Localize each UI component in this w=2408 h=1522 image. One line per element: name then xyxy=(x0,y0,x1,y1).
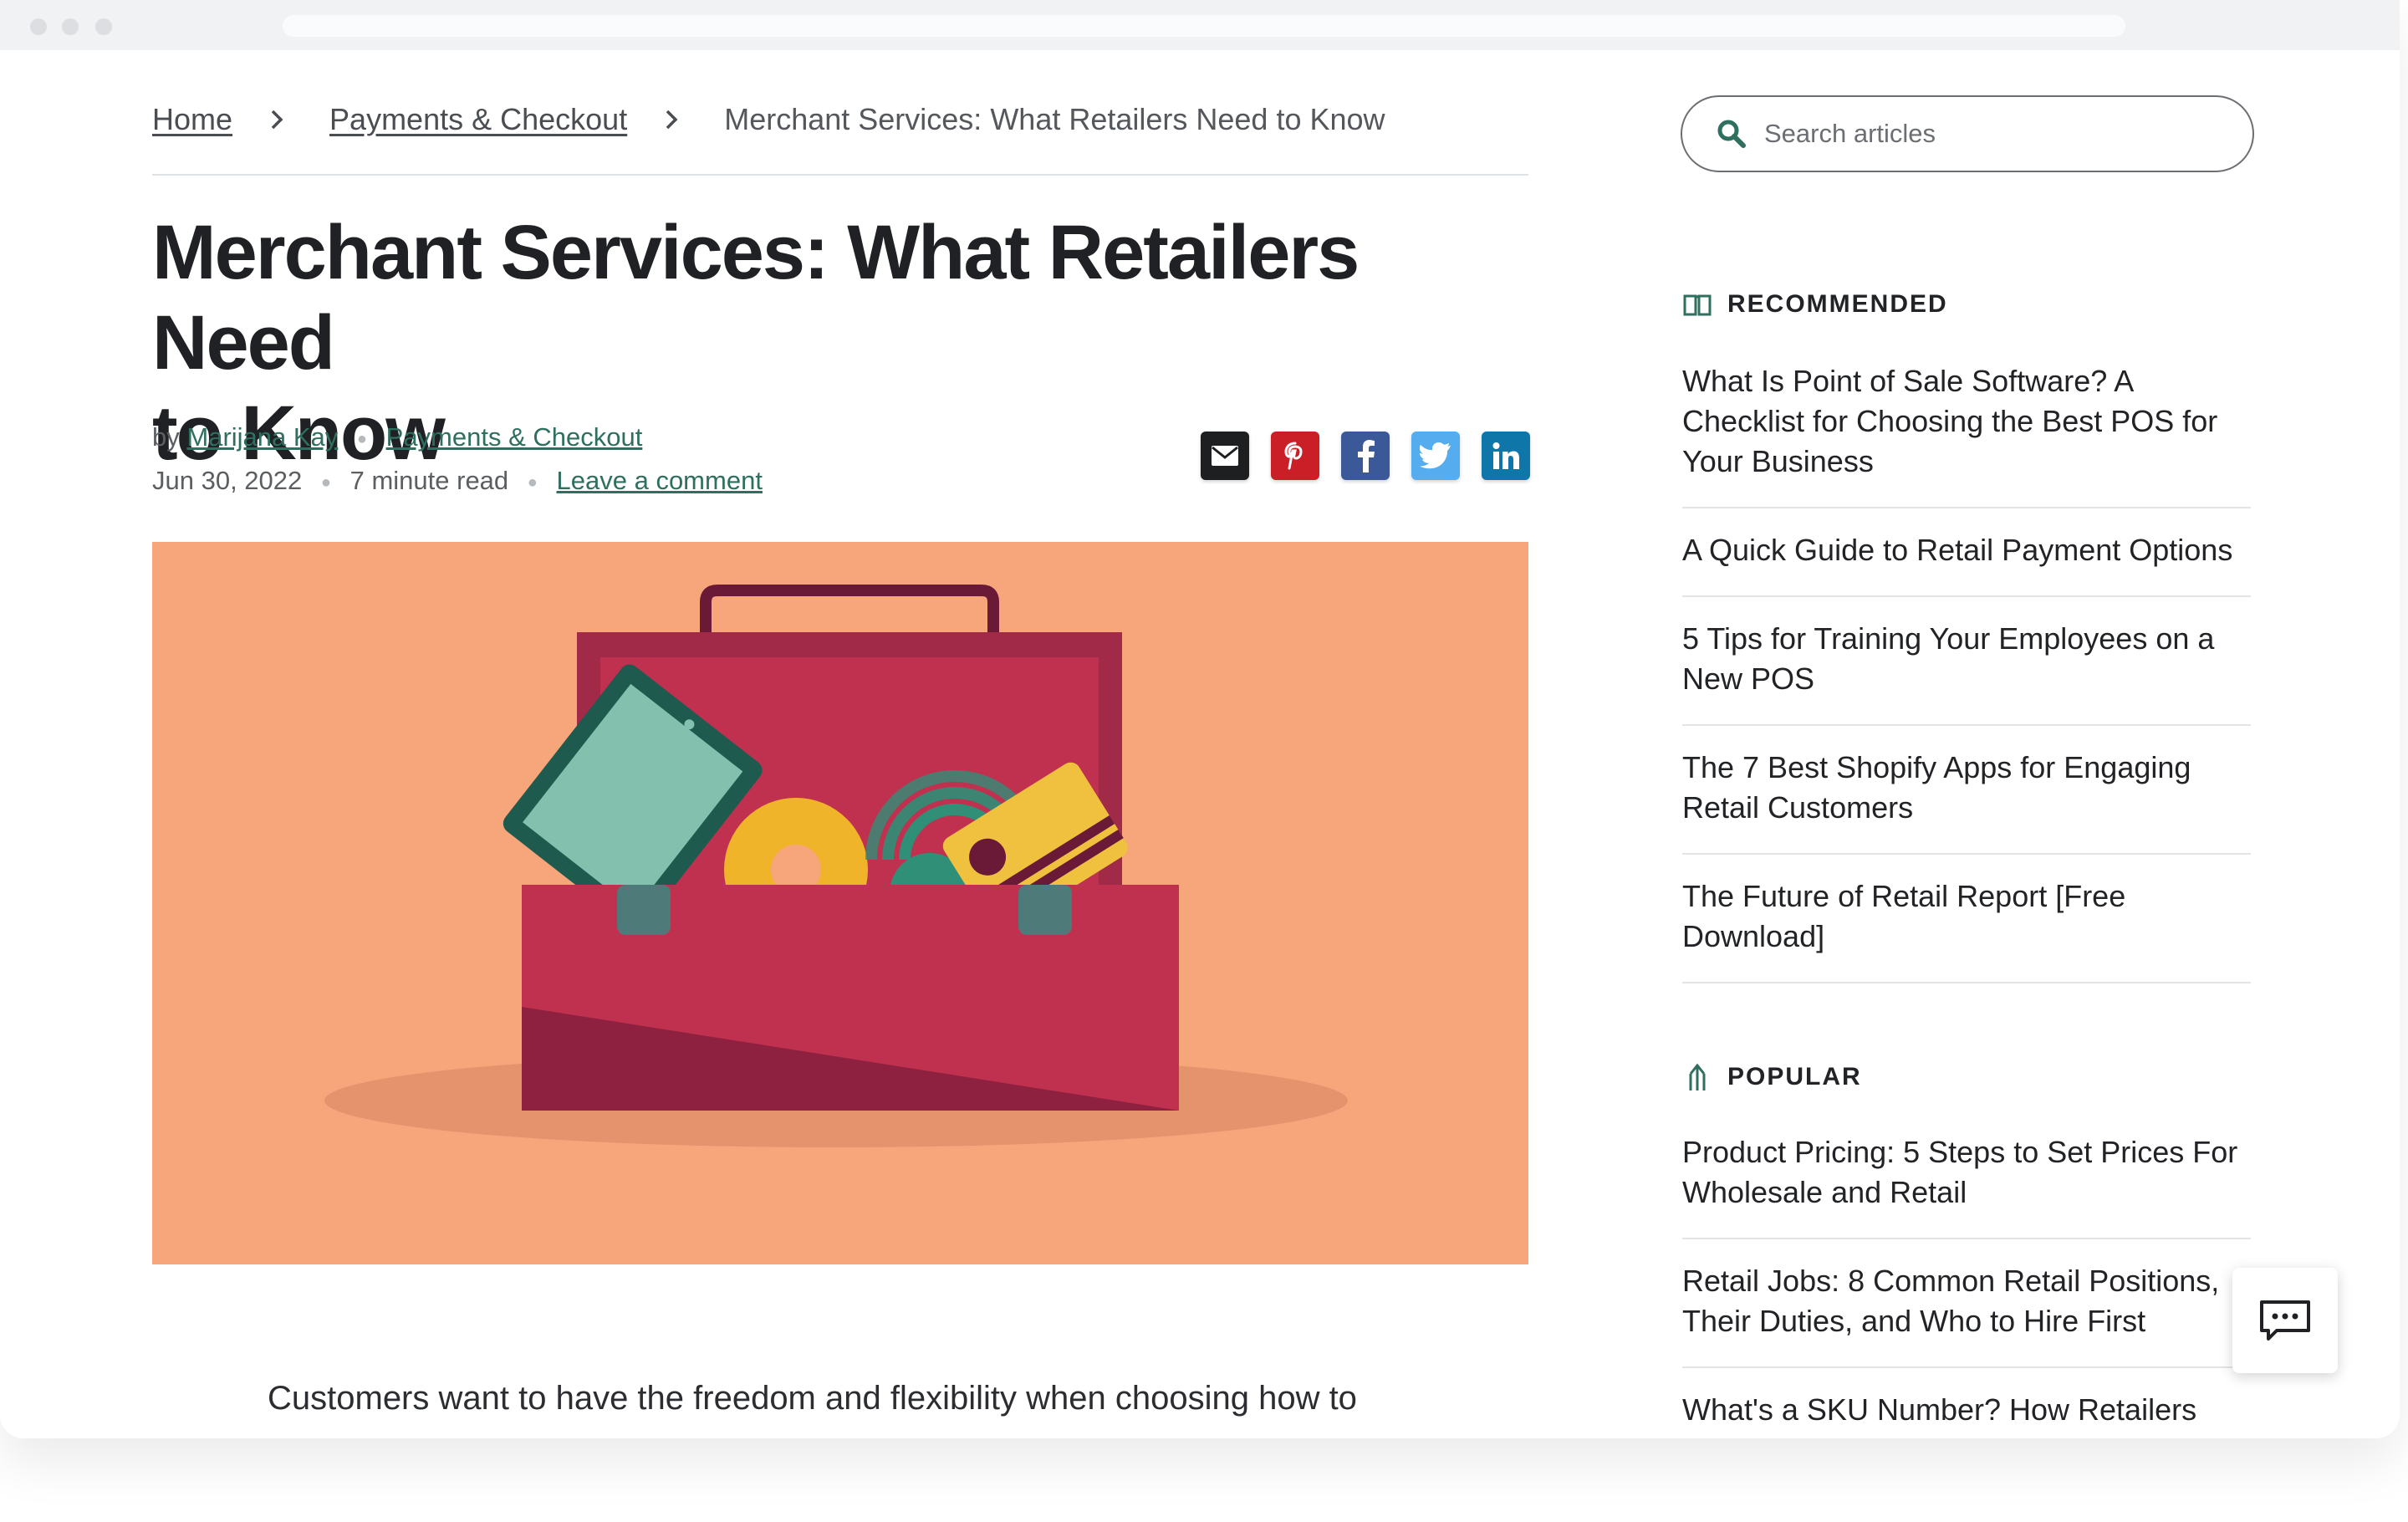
publish-date: Jun 30, 2022 xyxy=(152,465,303,495)
byline-prefix: by xyxy=(152,422,180,452)
window-dot-maximize[interactable] xyxy=(95,18,112,35)
window-dot-minimize[interactable] xyxy=(62,18,79,35)
meta-separator: ● xyxy=(320,472,331,492)
popular-item[interactable]: Retail Jobs: 8 Common Retail Positions, … xyxy=(1682,1239,2251,1368)
share-facebook-button[interactable] xyxy=(1341,432,1390,480)
popular-heading-label: POPULAR xyxy=(1727,1063,1862,1090)
popular-heading: POPULAR xyxy=(1682,1062,1862,1092)
chat-button[interactable] xyxy=(2232,1268,2338,1373)
share-pinterest-button[interactable] xyxy=(1271,432,1319,480)
popular-item[interactable]: Product Pricing: 5 Steps to Set Prices F… xyxy=(1682,1111,2251,1239)
facebook-icon xyxy=(1358,440,1375,472)
meta-separator: ● xyxy=(356,429,368,448)
pinterest-icon xyxy=(1284,442,1303,470)
browser-window: Home Payments & Checkout Merchant Servic… xyxy=(0,0,2400,1438)
recommended-item[interactable]: A Quick Guide to Retail Payment Options xyxy=(1682,508,2251,597)
hero-image xyxy=(152,542,1528,1264)
article-title-line1: Merchant Services: What Retailers Need xyxy=(152,210,1360,386)
search-box[interactable] xyxy=(1681,95,2254,172)
chevron-right-icon xyxy=(666,110,678,130)
meta-separator: ● xyxy=(527,472,538,492)
chevron-right-icon xyxy=(271,110,283,130)
recommended-item[interactable]: The Future of Retail Report [Free Downlo… xyxy=(1682,855,2251,983)
breadcrumb-category-link[interactable]: Payments & Checkout xyxy=(329,102,627,137)
share-email-button[interactable] xyxy=(1201,432,1249,480)
share-buttons xyxy=(1201,432,1530,480)
popular-item[interactable]: What's a SKU Number? How Retailers Can xyxy=(1682,1368,2251,1438)
toolbox-latch-right xyxy=(1018,885,1072,935)
recommended-heading: RECOMMENDED xyxy=(1682,289,1948,319)
divider xyxy=(152,174,1528,176)
article-lead-text: Customers want to have the freedom and f… xyxy=(268,1380,1357,1417)
breadcrumb-current: Merchant Services: What Retailers Need t… xyxy=(724,102,1385,136)
address-bar[interactable] xyxy=(283,15,2125,37)
article-meta: by Marijana Kay ● Payments & Checkout Ju… xyxy=(152,416,763,503)
toolbox-handle xyxy=(700,585,999,636)
recommended-heading-label: RECOMMENDED xyxy=(1727,290,1948,318)
trending-icon xyxy=(1689,1063,1706,1090)
breadcrumb-home-link[interactable]: Home xyxy=(152,102,232,137)
linkedin-icon xyxy=(1492,442,1519,469)
book-icon xyxy=(1683,294,1712,316)
toolbox-illustration xyxy=(324,585,1348,1147)
recommended-item[interactable]: The 7 Best Shopify Apps for Engaging Ret… xyxy=(1682,726,2251,855)
breadcrumb: Home Payments & Checkout Merchant Servic… xyxy=(152,97,1385,142)
category-link[interactable]: Payments & Checkout xyxy=(386,422,643,452)
chat-icon xyxy=(2260,1300,2310,1341)
share-twitter-button[interactable] xyxy=(1411,432,1460,480)
author-link[interactable]: Marijana Kay xyxy=(186,422,338,452)
recommended-item[interactable]: 5 Tips for Training Your Employees on a … xyxy=(1682,597,2251,726)
search-input[interactable] xyxy=(1764,119,2232,149)
leave-comment-link[interactable]: Leave a comment xyxy=(557,466,763,495)
twitter-icon xyxy=(1420,442,1451,469)
browser-chrome xyxy=(0,0,2400,50)
email-icon xyxy=(1212,446,1238,466)
popular-list: Product Pricing: 5 Steps to Set Prices F… xyxy=(1682,1111,2251,1438)
toolbox-latch-left xyxy=(617,885,671,935)
recommended-item[interactable]: What Is Point of Sale Software? A Checkl… xyxy=(1682,340,2251,508)
share-linkedin-button[interactable] xyxy=(1482,432,1530,480)
window-dot-close[interactable] xyxy=(30,18,47,35)
recommended-list: What Is Point of Sale Software? A Checkl… xyxy=(1682,340,2251,983)
search-icon xyxy=(1717,120,1746,148)
read-time: 7 minute read xyxy=(349,465,509,495)
